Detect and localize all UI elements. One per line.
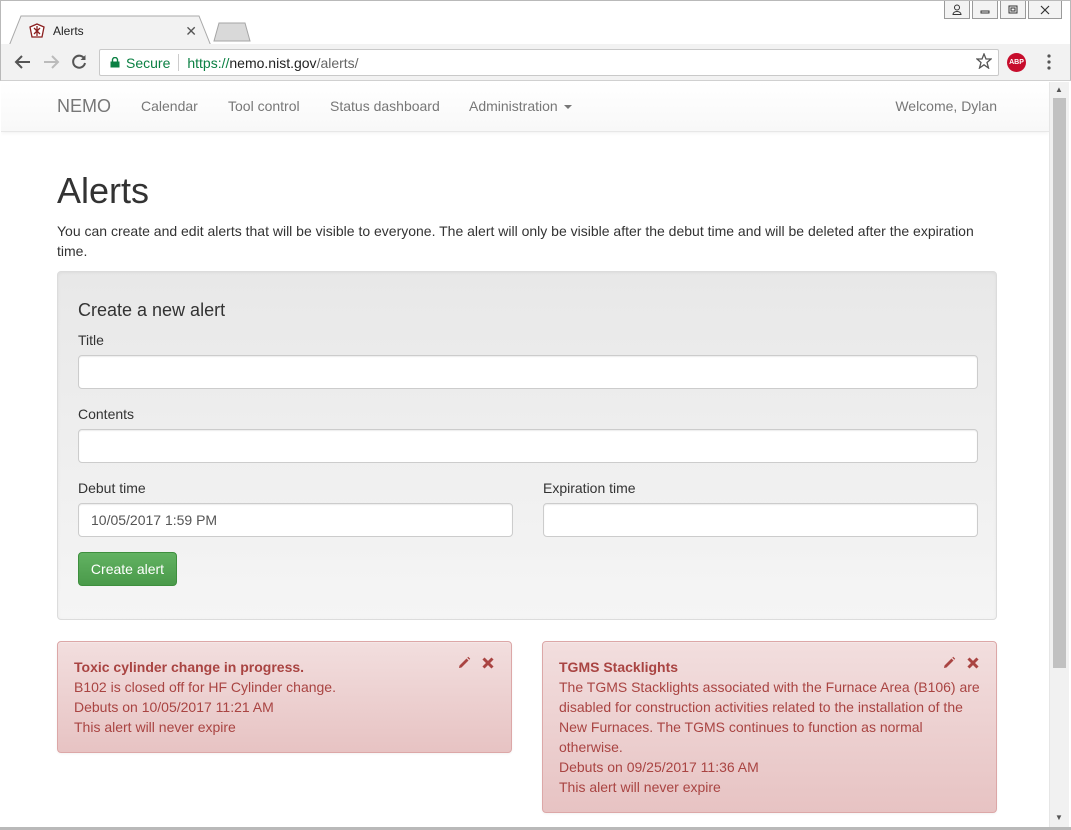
new-tab-button[interactable] [213, 22, 251, 42]
expiration-time-input[interactable] [543, 503, 978, 537]
tab-title: Alerts [53, 24, 84, 38]
alert-actions [457, 656, 495, 670]
nemo-favicon-icon [29, 23, 45, 38]
contents-label: Contents [78, 406, 135, 422]
tab-close-icon[interactable]: ✕ [185, 23, 197, 40]
profile-icon[interactable] [944, 1, 970, 19]
bookmark-star-icon[interactable] [976, 53, 992, 69]
page-viewport: NEMO Calendar Tool control Status dashbo… [1, 82, 1049, 827]
window-controls [944, 1, 1062, 19]
page-intro: You can create and edit alerts that will… [57, 223, 974, 259]
url-scheme: https:// [187, 54, 230, 71]
browser-titlebar: Alerts ✕ [0, 0, 1071, 46]
adblock-label: ABP [1009, 59, 1024, 66]
welcome-user[interactable]: Welcome, Dylan [895, 98, 997, 114]
alert-card: Toxic cylinder change in progress. B102 … [57, 641, 512, 753]
back-arrow-icon[interactable] [13, 52, 33, 72]
delete-x-icon[interactable] [481, 656, 495, 670]
alert-body: B102 is closed off for HF Cylinder chang… [74, 679, 336, 695]
alert-expiry: This alert will never expire [74, 719, 236, 735]
alert-title: Toxic cylinder change in progress. [74, 659, 305, 675]
contents-input[interactable] [78, 429, 978, 463]
nav-tool-control[interactable]: Tool control [228, 98, 300, 114]
title-input[interactable] [78, 355, 978, 389]
alert-actions [942, 656, 980, 670]
alert-expiry: This alert will never expire [559, 779, 721, 795]
omnibox-divider [178, 54, 180, 71]
url-path: /alerts/ [316, 54, 359, 71]
page-scrollbar[interactable]: ▲ ▼ [1049, 82, 1069, 827]
scroll-down-arrow-icon[interactable]: ▼ [1055, 813, 1063, 822]
browser-toolbar: Secure https://nemo.nist.gov/alerts/ ABP [0, 44, 1071, 81]
secure-label: Secure [126, 54, 171, 71]
alert-title: TGMS Stacklights [559, 659, 679, 675]
site-navbar: NEMO Calendar Tool control Status dashbo… [1, 82, 1049, 132]
alert-body: The TGMS Stacklights associated with the… [559, 679, 980, 755]
nav-administration-dropdown[interactable]: Administration [469, 98, 572, 114]
debut-time-input[interactable] [78, 503, 513, 537]
brand-link[interactable]: NEMO [57, 96, 111, 117]
caret-down-icon [563, 105, 572, 110]
reload-icon[interactable] [69, 52, 89, 72]
page-title: Alerts [57, 170, 150, 211]
nav-status-dashboard[interactable]: Status dashboard [330, 98, 440, 114]
forward-arrow-icon[interactable] [41, 52, 61, 72]
browser-tab[interactable]: Alerts ✕ [15, 16, 207, 46]
create-alert-button[interactable]: Create alert [78, 552, 177, 586]
nav-administration-label: Administration [469, 98, 558, 114]
create-alert-form: Create a new alert Title Contents Debut … [57, 271, 997, 620]
address-bar[interactable]: Secure https://nemo.nist.gov/alerts/ [99, 49, 999, 76]
pencil-edit-icon[interactable] [942, 656, 956, 670]
scrollbar-thumb[interactable] [1053, 98, 1066, 668]
close-window-icon[interactable] [1028, 1, 1062, 19]
scroll-up-arrow-icon[interactable]: ▲ [1055, 85, 1063, 94]
restore-icon[interactable] [1000, 1, 1026, 19]
url-host: nemo.nist.gov [229, 54, 317, 71]
alert-debut: Debuts on 10/05/2017 11:21 AM [74, 699, 274, 715]
pencil-edit-icon[interactable] [457, 656, 471, 670]
title-label: Title [78, 332, 104, 348]
nav-calendar[interactable]: Calendar [141, 98, 198, 114]
browser-menu-icon[interactable] [1043, 52, 1055, 72]
debut-time-label: Debut time [78, 480, 146, 496]
alert-debut: Debuts on 09/25/2017 11:36 AM [559, 759, 759, 775]
minimize-icon[interactable] [972, 1, 998, 19]
form-heading: Create a new alert [78, 300, 226, 320]
expiration-time-label: Expiration time [543, 480, 636, 496]
adblock-icon[interactable]: ABP [1007, 53, 1026, 72]
lock-icon [110, 57, 120, 68]
delete-x-icon[interactable] [966, 656, 980, 670]
alert-card: TGMS Stacklights The TGMS Stacklights as… [542, 641, 997, 813]
